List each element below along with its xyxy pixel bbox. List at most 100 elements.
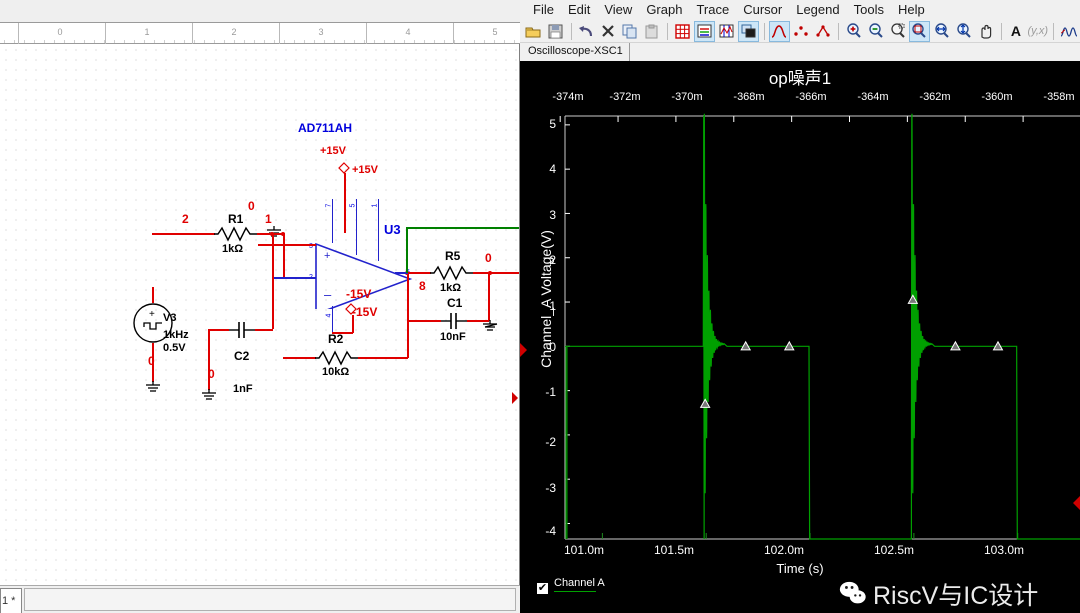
- watermark-text: RiscV与IC设计: [873, 582, 1039, 610]
- ruler-subtick: [114, 40, 115, 43]
- wire-node1-down: [272, 233, 274, 329]
- toolbar-separator-4: [838, 22, 840, 40]
- menu-tools[interactable]: Tools: [847, 0, 891, 20]
- r5-value: 1kΩ: [440, 282, 462, 294]
- menu-file[interactable]: File: [526, 0, 561, 20]
- ruler-subtick: [254, 40, 255, 43]
- legend-entry-channel-a[interactable]: Channel A: [554, 577, 605, 589]
- r5-ref: R5: [445, 249, 461, 263]
- wire-r5-left: [408, 272, 431, 274]
- r1-value: 1kΩ: [222, 243, 244, 255]
- menu-help[interactable]: Help: [891, 0, 932, 20]
- c2-ref: C2: [234, 349, 250, 363]
- supply-pos-label: +15V: [320, 145, 346, 157]
- opamp-part-label: AD711AH: [298, 121, 353, 135]
- grid-icon[interactable]: [672, 21, 693, 42]
- ruler-subtick: [64, 40, 65, 43]
- open-folder-icon[interactable]: [523, 21, 544, 42]
- ruler-subtick: [384, 40, 385, 43]
- zoom-horizontal-icon[interactable]: [931, 21, 952, 42]
- ruler-subtick: [504, 40, 505, 43]
- pan-icon[interactable]: [975, 21, 996, 42]
- ruler-tick-0: [18, 23, 19, 44]
- schematic-top-blank: [0, 0, 520, 22]
- zoom-fit-icon[interactable]: [909, 20, 930, 42]
- left-edge-marker[interactable]: [520, 343, 527, 357]
- wire-c1-left: [407, 320, 441, 322]
- plot-area[interactable]: op噪声1 -374m -372m -370m -368m -366m -364…: [520, 61, 1080, 613]
- opamp-pin-4: 4: [325, 313, 333, 318]
- menu-view[interactable]: View: [597, 0, 639, 20]
- svg-text:–: –: [324, 287, 332, 302]
- zoom-in-icon[interactable]: [843, 21, 864, 42]
- source-freq: 1kHz: [163, 329, 189, 341]
- undo-icon[interactable]: [576, 21, 597, 42]
- capacitor-c1-symbol: [440, 313, 468, 329]
- save-icon[interactable]: [545, 21, 566, 42]
- waveform-svg: [559, 113, 1080, 540]
- zoom-region-icon[interactable]: [887, 21, 908, 42]
- zoom-out-icon[interactable]: [865, 21, 886, 42]
- ruler-subtick: [24, 40, 25, 43]
- ruler-tick-4: [366, 23, 367, 44]
- resistor-r5-symbol: [430, 265, 474, 281]
- text-icon[interactable]: A: [1006, 21, 1027, 42]
- formula-icon[interactable]: (y,x): [1027, 21, 1049, 42]
- menu-edit[interactable]: Edit: [561, 0, 597, 20]
- opamp-pin-5: 5: [349, 203, 357, 208]
- tab-strip: Oscilloscope-XSC1: [520, 43, 1080, 61]
- wire-node8-down: [407, 272, 409, 358]
- legend-icon[interactable]: [694, 20, 715, 42]
- toolbar-separator-6: [1053, 22, 1055, 40]
- right-edge-marker[interactable]: [1073, 496, 1080, 510]
- curve-icon[interactable]: [768, 20, 790, 42]
- cursors-icon[interactable]: [716, 21, 737, 42]
- ruler-label-4: 4: [405, 27, 411, 37]
- schematic-canvas[interactable]: AD711AH U3 +15V +15V + – 7 5 1 3 4 -15V …: [0, 44, 519, 585]
- paste-icon[interactable]: [641, 21, 662, 42]
- ruler-subtick: [204, 40, 205, 43]
- r1-ref: R1: [228, 212, 244, 226]
- wire-r2-right: [358, 357, 408, 359]
- legend-color-swatch: [554, 591, 596, 592]
- ruler-subtick: [124, 40, 125, 43]
- ruler-subtick: [164, 40, 165, 43]
- source-amp: 0.5V: [163, 342, 186, 354]
- ruler-subtick: [444, 40, 445, 43]
- points-and-line-icon[interactable]: [813, 21, 834, 42]
- copy-icon[interactable]: [620, 21, 641, 42]
- schematic-tab[interactable]: 1 *: [0, 588, 22, 613]
- wire-c2-gnd: [208, 329, 210, 390]
- points-icon[interactable]: [791, 21, 812, 42]
- ruler-subtick: [364, 40, 365, 43]
- wire-c2-left: [208, 329, 229, 331]
- fourier-icon[interactable]: [1058, 21, 1079, 42]
- legend-checkbox[interactable]: ✔: [536, 582, 549, 595]
- wire-src-bot: [152, 343, 154, 382]
- delete-icon[interactable]: [598, 21, 619, 42]
- ruler-subtick: [134, 40, 135, 43]
- zoom-vertical-icon[interactable]: [953, 21, 974, 42]
- menu-cursor[interactable]: Cursor: [736, 0, 789, 20]
- net-label-0-out: 0: [485, 251, 492, 265]
- source-ref: V3: [163, 312, 177, 324]
- menu-legend[interactable]: Legend: [789, 0, 846, 20]
- ruler-subtick: [424, 40, 425, 43]
- tab-oscilloscope-xsc1[interactable]: Oscilloscope-XSC1: [522, 43, 630, 61]
- background-icon[interactable]: [737, 20, 759, 42]
- ytick-4: 4: [549, 162, 556, 176]
- toolbar-separator-1: [570, 22, 572, 40]
- y-axis-label: Channel_A Voltage(V): [538, 230, 554, 368]
- menu-trace[interactable]: Trace: [689, 0, 736, 20]
- schematic-status-field[interactable]: [24, 588, 516, 611]
- opamp-pin-1: 1: [371, 203, 379, 208]
- net-label-0-a: 0: [248, 199, 255, 213]
- r2-ref: R2: [328, 332, 344, 346]
- c1-value: 10nF: [440, 331, 466, 343]
- ruler-subtick: [34, 40, 35, 43]
- wire-node1-down-b: [283, 233, 285, 277]
- wire-probe-v: [406, 227, 408, 273]
- menu-graph[interactable]: Graph: [639, 0, 689, 20]
- xtick-top-2: -370m: [671, 91, 703, 103]
- resistor-r2-symbol: [315, 350, 359, 366]
